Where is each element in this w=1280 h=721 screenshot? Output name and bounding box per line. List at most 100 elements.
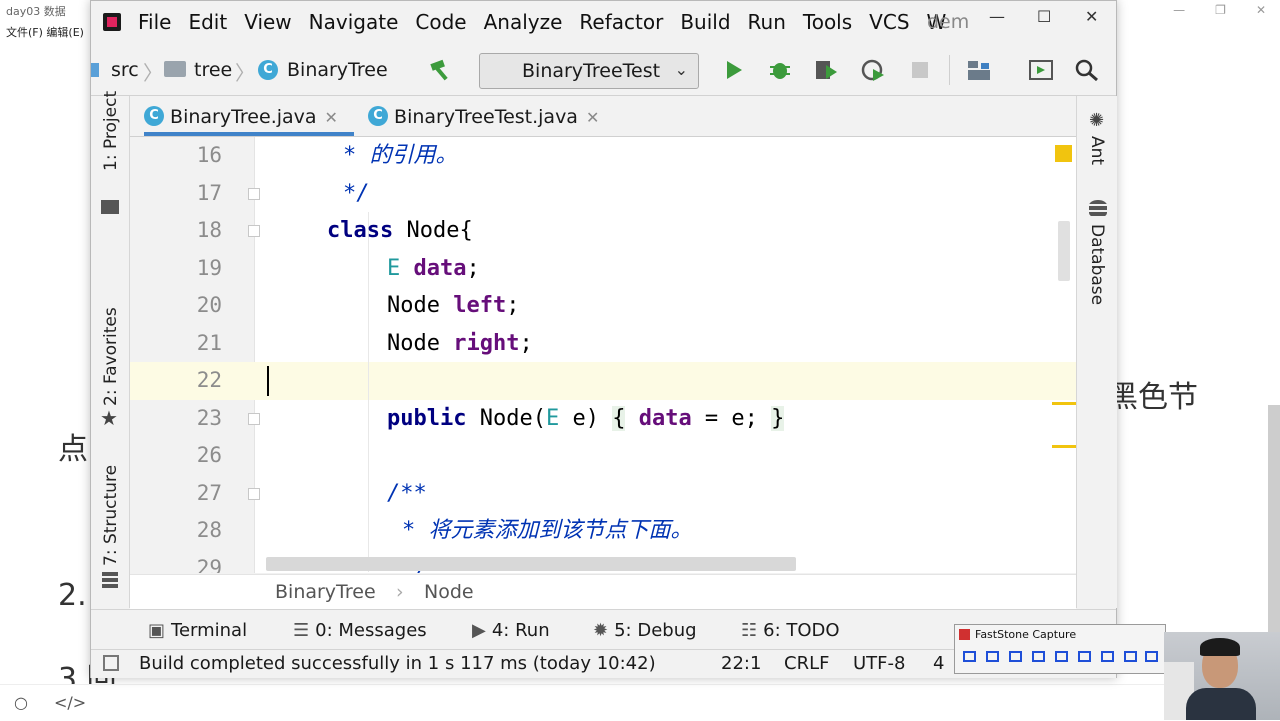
faststone-title: FastStone Capture xyxy=(975,628,1077,641)
tool-debug[interactable]: ✹ 5: Debug xyxy=(593,620,697,641)
tool-todo[interactable]: ☷ 6: TODO xyxy=(741,620,840,641)
code-text: Node right; xyxy=(387,330,533,356)
warning-stripe-marker[interactable] xyxy=(1052,445,1076,448)
project-name: dem xyxy=(927,11,970,33)
code-line: 28 * 将元素添加到该节点下面。 xyxy=(130,512,1076,550)
fold-marker-icon[interactable] xyxy=(248,225,260,237)
capture-scrolling-icon[interactable] xyxy=(1078,651,1091,662)
database-icon xyxy=(1089,200,1107,218)
left-tool-strip: 1: Project 2: Favorites ★ 7: Structure xyxy=(91,91,130,608)
menu-analyze[interactable]: Analyze xyxy=(484,10,563,34)
editor-tabs: C BinaryTree.java ✕ C BinaryTreeTest.java… xyxy=(130,96,1076,137)
menu-edit[interactable]: Edit xyxy=(188,10,227,34)
background-list-item-2: 2. xyxy=(58,578,87,613)
menu-vcs[interactable]: VCS xyxy=(869,10,909,34)
project-structure-icon[interactable] xyxy=(967,59,991,81)
warning-stripe-marker[interactable] xyxy=(1052,402,1076,405)
messages-icon: ☰ xyxy=(293,620,310,641)
fold-marker-icon[interactable] xyxy=(248,187,260,200)
text-caret xyxy=(267,366,269,396)
stop-icon[interactable] xyxy=(909,59,933,81)
code-icon[interactable]: </> xyxy=(54,693,86,712)
code-editor[interactable]: 16 * 的引用。 17 */ 18 class Node{ 19 E data… xyxy=(130,137,1076,573)
run-anything-icon[interactable] xyxy=(1029,59,1053,81)
line-separator[interactable]: CRLF xyxy=(784,653,829,674)
minimize-icon[interactable]: — xyxy=(1173,3,1185,17)
tab-binarytreetest[interactable]: C BinaryTreeTest.java ✕ xyxy=(368,96,608,136)
capture-fixed-icon[interactable] xyxy=(1101,651,1114,662)
close-icon[interactable]: ✕ xyxy=(1256,3,1266,17)
minimize-icon[interactable]: — xyxy=(989,7,1005,26)
breadcrumb-binarytree[interactable]: BinaryTree xyxy=(287,59,388,81)
build-hammer-icon[interactable] xyxy=(429,59,453,81)
run-configuration-selector[interactable]: BinaryTreeTest ⌄ xyxy=(479,53,699,89)
circle-icon[interactable]: ○ xyxy=(14,693,28,712)
toolbar-divider xyxy=(949,55,950,85)
ant-icon: ✺ xyxy=(1089,110,1105,131)
menu-refactor[interactable]: Refactor xyxy=(579,10,663,34)
file-encoding[interactable]: UTF-8 xyxy=(853,653,905,674)
vertical-scrollbar[interactable] xyxy=(1058,221,1070,281)
breadcrumb-src[interactable]: src xyxy=(111,59,139,81)
search-icon[interactable] xyxy=(1075,59,1099,81)
debug-bug-icon[interactable] xyxy=(768,59,792,81)
run-icon[interactable] xyxy=(722,59,746,81)
fold-marker-icon[interactable] xyxy=(248,487,260,500)
fold-marker-icon[interactable] xyxy=(248,412,260,425)
background-bottom-bar: ○ </> xyxy=(0,684,1280,721)
breadcrumb-tree[interactable]: tree xyxy=(194,59,232,81)
line-number: 16 xyxy=(196,143,222,167)
indent-setting[interactable]: 4 xyxy=(933,653,944,674)
status-message[interactable]: Build completed successfully in 1 s 117 … xyxy=(139,653,656,674)
caret-position[interactable]: 22:1 xyxy=(721,653,761,674)
breadcrumb-inner-class[interactable]: Node xyxy=(424,581,474,603)
capture-rectangle-icon[interactable] xyxy=(1009,651,1022,662)
line-number: 21 xyxy=(196,330,222,355)
code-comment: */ xyxy=(343,180,370,206)
tool-terminal[interactable]: ▣ Terminal xyxy=(148,620,247,641)
menu-view[interactable]: View xyxy=(244,10,291,34)
menu-run[interactable]: Run xyxy=(748,10,786,34)
tool-run[interactable]: ▶ 4: Run xyxy=(472,620,550,641)
background-menu-file[interactable]: 文件(F) xyxy=(6,26,43,39)
capture-object-icon[interactable] xyxy=(986,651,999,662)
tool-messages[interactable]: ☰ 0: Messages xyxy=(293,620,427,641)
close-icon[interactable]: ✕ xyxy=(1085,7,1098,26)
background-menu-edit[interactable]: 编辑(E) xyxy=(46,26,84,39)
menu-navigate[interactable]: Navigate xyxy=(309,10,399,34)
code-line: 23 public Node(E e) { data = e; } xyxy=(130,400,1076,438)
tab-binarytree[interactable]: C BinaryTree.java ✕ xyxy=(144,96,354,136)
code-text: E data; xyxy=(387,255,480,281)
restore-icon[interactable]: ❐ xyxy=(1215,3,1226,17)
menu-file[interactable]: File xyxy=(138,10,171,34)
capture-fullscreen-icon[interactable] xyxy=(1055,651,1068,662)
settings-icon[interactable] xyxy=(1145,651,1158,662)
close-tab-icon[interactable]: ✕ xyxy=(325,108,338,127)
tool-database[interactable]: Database xyxy=(1087,224,1107,305)
background-window-title: day03 数据 xyxy=(6,5,66,18)
horizontal-scrollbar[interactable] xyxy=(266,557,796,571)
class-icon: C xyxy=(144,105,164,126)
maximize-icon[interactable]: ☐ xyxy=(1037,7,1051,26)
menu-tools[interactable]: Tools xyxy=(803,10,852,34)
code-line-current: 22 xyxy=(130,362,1076,400)
panel-toggle-icon[interactable] xyxy=(103,655,119,671)
coverage-icon[interactable] xyxy=(814,59,838,81)
tool-favorites[interactable]: 2: Favorites xyxy=(101,307,121,406)
capture-window-icon[interactable] xyxy=(963,651,976,662)
profile-icon[interactable] xyxy=(861,59,885,81)
background-scrollbar[interactable] xyxy=(1268,405,1280,660)
breadcrumb-class[interactable]: BinaryTree xyxy=(275,581,376,603)
tool-ant[interactable]: Ant xyxy=(1087,136,1107,165)
structure-icon xyxy=(102,572,118,588)
tool-project[interactable]: 1: Project xyxy=(101,91,121,171)
menu-build[interactable]: Build xyxy=(680,10,730,34)
capture-freehand-icon[interactable] xyxy=(1032,651,1045,662)
line-number: 22 xyxy=(196,368,222,392)
line-number: 26 xyxy=(196,443,222,467)
menu-code[interactable]: Code xyxy=(415,10,466,34)
inspection-status-icon[interactable] xyxy=(1055,145,1072,162)
tool-structure[interactable]: 7: Structure xyxy=(101,465,121,566)
close-tab-icon[interactable]: ✕ xyxy=(586,108,599,127)
screen-record-icon[interactable] xyxy=(1124,651,1137,662)
